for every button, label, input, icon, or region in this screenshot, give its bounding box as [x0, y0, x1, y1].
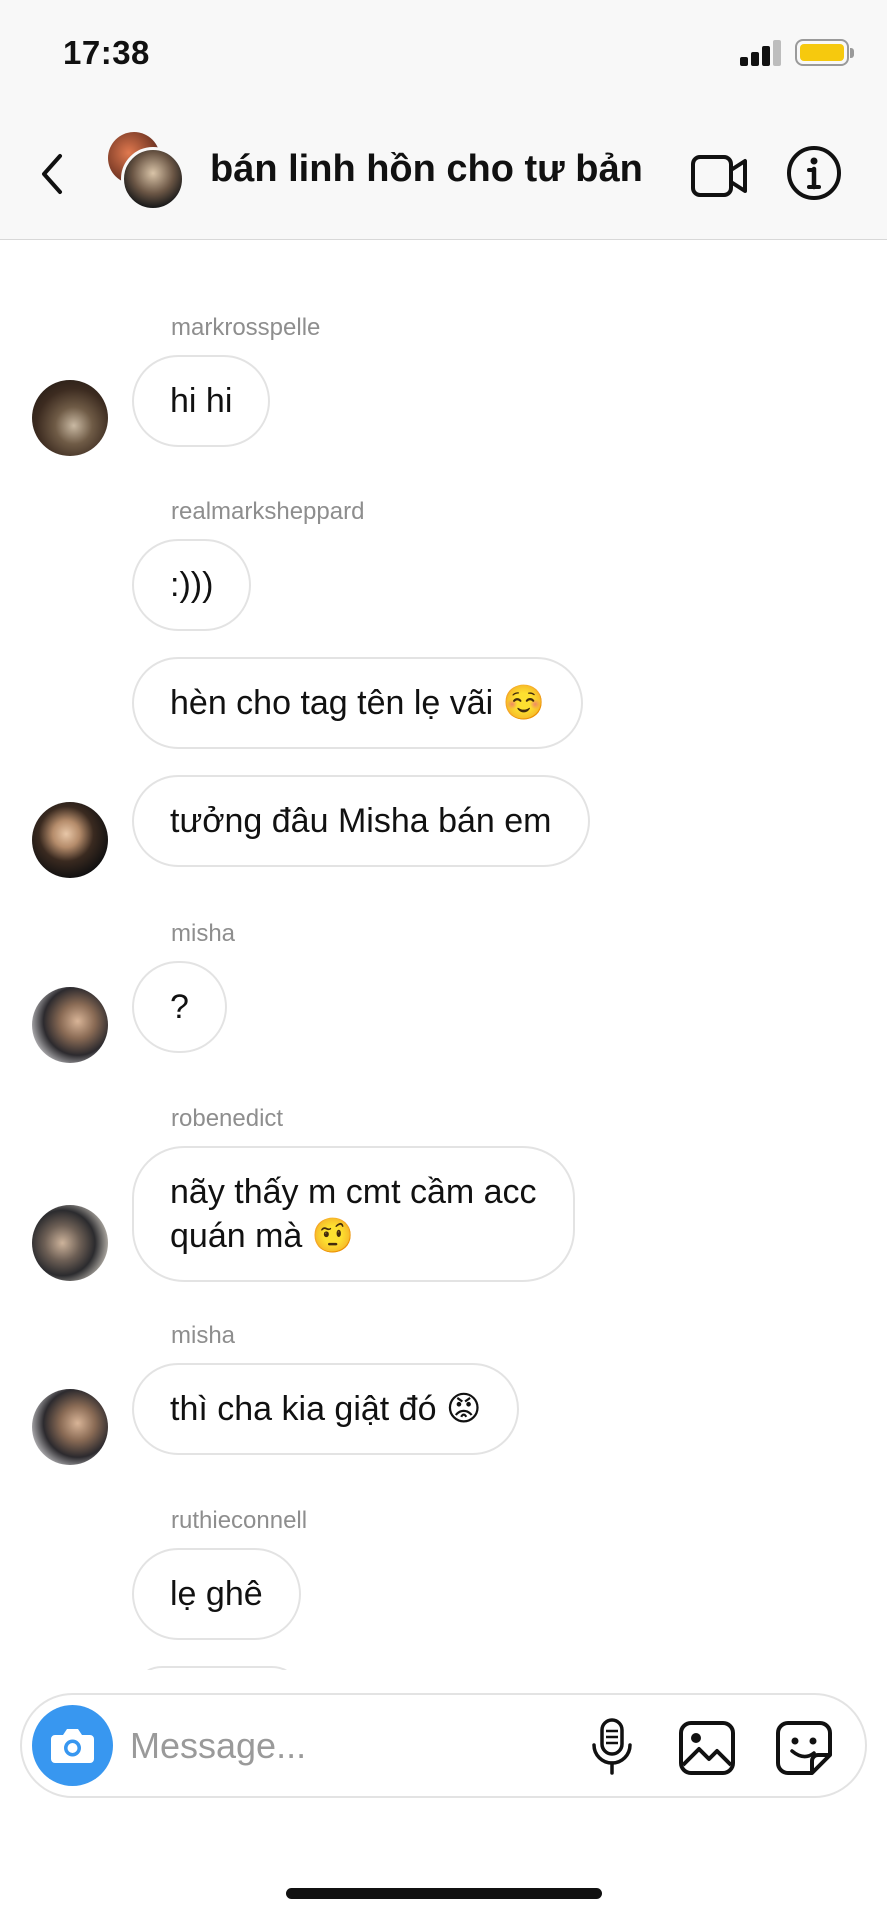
- message-text: nãy thấy m cmt cầm acc: [170, 1173, 537, 1211]
- avatar[interactable]: [32, 802, 108, 878]
- message-bubble[interactable]: tưởng đâu Misha bán em: [132, 775, 590, 867]
- message-text: tưởng đâu Misha bán em: [170, 802, 552, 840]
- status-bar: 17:38: [0, 0, 887, 110]
- sender-name: misha: [171, 920, 236, 947]
- camera-button[interactable]: [32, 1705, 113, 1786]
- raised-eyebrow-emoji: 🤨: [311, 1216, 355, 1256]
- sender-name: markrosspelle: [171, 314, 321, 341]
- message-bubble[interactable]: thì cha kia giật đó 😡: [132, 1363, 520, 1455]
- cellular-signal-icon: [740, 40, 785, 66]
- avatar[interactable]: [32, 1205, 108, 1281]
- status-time: 17:38: [63, 34, 150, 71]
- home-indicator[interactable]: [286, 1888, 602, 1899]
- group-avatar-front: [121, 147, 185, 211]
- message-text: :))): [170, 566, 214, 604]
- message-text: ?: [170, 988, 189, 1026]
- message-bubble[interactable]: hi hi: [132, 355, 271, 447]
- message-thread[interactable]: markrosspelle hi hi realmarksheppard :))…: [0, 240, 887, 1670]
- gallery-button[interactable]: [677, 1719, 737, 1777]
- message-bubble[interactable]: lẹ ghê: [132, 1548, 301, 1640]
- message-bubble[interactable]: hèn cho tag tên lẹ vãi ☺️: [132, 657, 584, 749]
- message-composer: [20, 1693, 867, 1798]
- sender-name: ruthieconnell: [171, 1507, 308, 1534]
- smiling-emoji: ☺️: [502, 683, 546, 723]
- message-input[interactable]: [130, 1717, 570, 1775]
- sender-name: robenedict: [171, 1105, 284, 1132]
- chat-header: bán linh hồn cho tư bản: [0, 110, 887, 240]
- angry-emoji: 😡: [445, 1389, 482, 1429]
- chat-title[interactable]: bán linh hồn cho tư bản: [210, 148, 643, 191]
- sticker-button[interactable]: [774, 1719, 834, 1777]
- avatar[interactable]: [32, 987, 108, 1063]
- sender-name: misha: [171, 1322, 236, 1349]
- message-text: hèn cho tag tên lẹ vãi: [170, 684, 494, 722]
- avatar[interactable]: [32, 380, 108, 456]
- sender-name: realmarksheppard: [171, 498, 365, 525]
- video-call-icon: [691, 155, 747, 197]
- gallery-icon: [679, 1721, 735, 1775]
- group-avatar[interactable]: [108, 132, 188, 212]
- sticker-icon: [776, 1721, 832, 1775]
- message-text: lẹ ghê: [170, 1575, 263, 1613]
- info-button[interactable]: [785, 144, 843, 202]
- microphone-icon: [592, 1718, 632, 1775]
- avatar[interactable]: [32, 1389, 108, 1465]
- message-bubble[interactable]: ?: [132, 961, 227, 1053]
- message-bubble[interactable]: nãy thấy m cmt cầm acc quán mà 🤨: [132, 1146, 575, 1282]
- info-icon: [787, 146, 841, 200]
- message-bubble[interactable]: :))): [132, 539, 252, 631]
- camera-icon: [51, 1729, 94, 1763]
- message-text: hi hi: [170, 382, 233, 420]
- voice-message-button[interactable]: [587, 1717, 637, 1777]
- message-text: thì cha kia giật đó: [170, 1390, 437, 1428]
- video-call-button[interactable]: [690, 152, 748, 200]
- back-chevron-icon: [42, 154, 62, 194]
- message-bubble-partial[interactable]: [132, 1666, 302, 1670]
- message-text: quán mà: [170, 1217, 303, 1255]
- battery-icon: [795, 39, 854, 66]
- back-button[interactable]: [36, 150, 72, 198]
